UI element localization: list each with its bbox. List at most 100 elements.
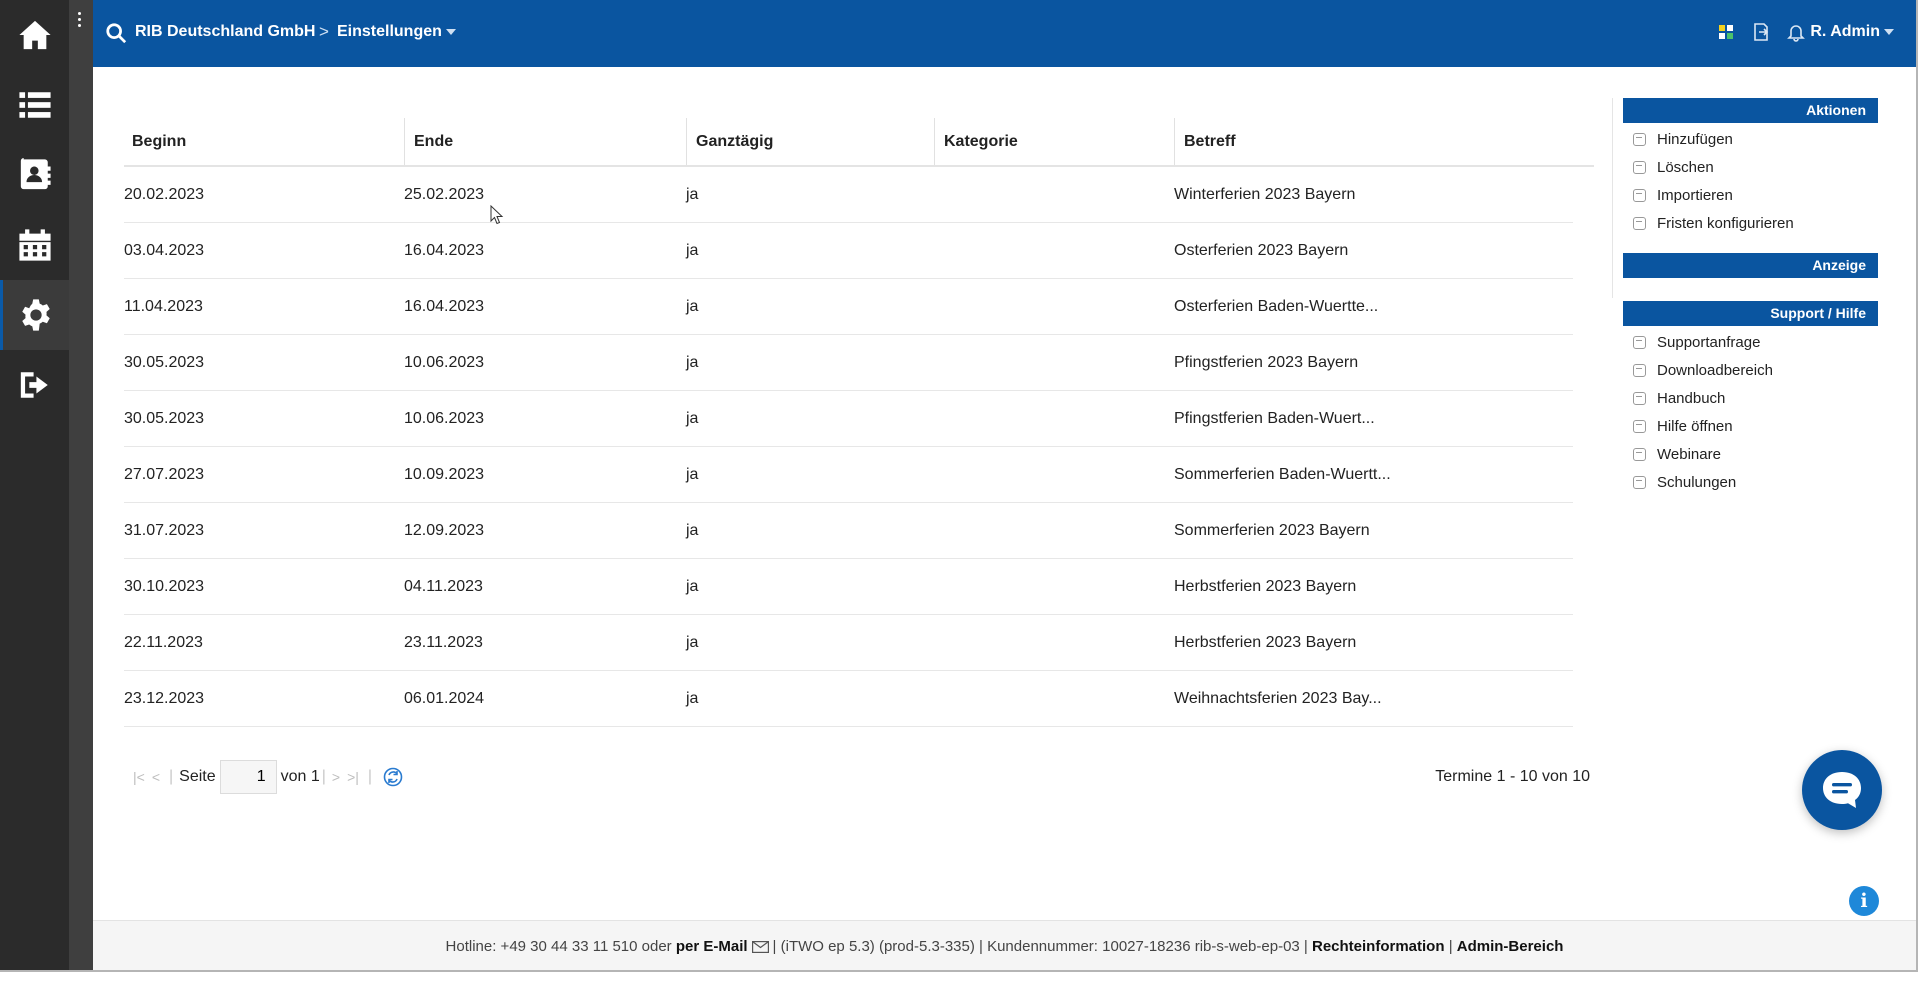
pagination: |< < | Seite von 1 | > >| | — [133, 760, 404, 794]
column-header-betreff[interactable]: Betreff — [1174, 118, 1574, 165]
action-item-1[interactable]: Löschen — [1623, 153, 1878, 181]
bell-icon[interactable] — [1786, 22, 1808, 44]
action-item-label: Hinzufügen — [1657, 130, 1733, 148]
cell-betreff: Herbstferien 2023 Bayern — [1174, 634, 1357, 651]
sidebar-item-contacts[interactable] — [0, 140, 69, 210]
mouse-cursor-icon — [490, 205, 504, 225]
refresh-icon[interactable] — [382, 766, 404, 788]
chat-button[interactable] — [1802, 750, 1882, 830]
support-item-0[interactable]: Supportanfrage — [1623, 328, 1878, 356]
mail-icon[interactable] — [751, 940, 769, 953]
cell-betreff: Herbstferien 2023 Bayern — [1174, 578, 1357, 595]
table-body: 20.02.2023 25.02.2023 ja Winterferien 2023 … — [124, 167, 1594, 727]
breadcrumb-section[interactable]: Einstellungen — [337, 23, 456, 41]
breadcrumb-company[interactable]: RIB Deutschland GmbH — [135, 23, 315, 41]
table-row[interactable]: 11.04.2023 16.04.2023 ja Osterferien Baden-… — [124, 279, 1573, 335]
table-row[interactable]: 22.11.2023 23.11.2023 ja Herbstferien 2023 … — [124, 615, 1573, 671]
action-bullet-icon — [1633, 475, 1646, 489]
action-bullet-icon — [1633, 216, 1646, 230]
search-icon[interactable] — [105, 22, 127, 44]
cell-ganztaegig: ja — [686, 186, 699, 203]
logout-icon — [20, 372, 48, 398]
last-page-icon[interactable]: >| — [347, 769, 359, 785]
sidebar-item-list[interactable] — [0, 70, 69, 140]
column-header-ende[interactable]: Ende — [404, 118, 686, 165]
table-row[interactable]: 30.05.2023 10.06.2023 ja Pfingstferien Bade… — [124, 391, 1573, 447]
table-row[interactable]: 03.04.2023 16.04.2023 ja Osterferien 2023 B… — [124, 223, 1573, 279]
cell-beginn: 22.11.2023 — [124, 634, 203, 651]
main-sidebar — [0, 0, 69, 970]
prev-page-icon[interactable]: < — [152, 769, 160, 785]
cell-beginn: 23.12.2023 — [124, 690, 205, 707]
support-item-1[interactable]: Downloadbereich — [1623, 356, 1878, 384]
support-item-label: Handbuch — [1657, 389, 1726, 407]
support-list: Supportanfrage Downloadbereich Handbuch Hil… — [1623, 326, 1878, 496]
support-item-label: Downloadbereich — [1657, 361, 1773, 379]
action-bullet-icon — [1633, 132, 1646, 146]
page-number-input[interactable] — [219, 760, 277, 794]
top-header: RIB Deutschland GmbH > Einstellungen R. … — [93, 0, 1916, 67]
pager-divider: | — [321, 768, 326, 785]
action-bullet-icon — [1633, 419, 1646, 433]
table-row[interactable]: 31.07.2023 12.09.2023 ja Sommerferien 2023 … — [124, 503, 1573, 559]
apps-icon[interactable] — [1716, 22, 1738, 44]
first-page-icon[interactable]: |< — [133, 769, 145, 785]
sidebar-item-settings[interactable] — [0, 280, 69, 350]
home-icon — [18, 20, 51, 50]
support-item-label: Supportanfrage — [1657, 333, 1761, 351]
next-page-icon[interactable]: > — [332, 769, 340, 785]
user-name: R. Admin — [1810, 23, 1880, 40]
table-row[interactable]: 30.10.2023 04.11.2023 ja Herbstferien 2023 … — [124, 559, 1573, 615]
cell-ende: 25.02.2023 — [404, 186, 485, 203]
cell-ende: 10.06.2023 — [404, 354, 485, 371]
support-item-2[interactable]: Handbuch — [1623, 384, 1878, 412]
cell-beginn: 11.04.2023 — [124, 298, 203, 315]
column-header-beginn[interactable]: Beginn — [124, 118, 404, 165]
breadcrumb-section-label: Einstellungen — [337, 23, 442, 40]
panel-heading-actions[interactable]: Aktionen — [1623, 98, 1878, 123]
support-item-3[interactable]: Hilfe öffnen — [1623, 412, 1878, 440]
footer-hotline: Hotline: +49 30 44 33 11 510 oder — [445, 938, 672, 955]
page-of-label: von 1 — [280, 768, 320, 785]
panel-heading-display[interactable]: Anzeige — [1623, 253, 1878, 278]
column-header-ganztaegig[interactable]: Ganztägig — [686, 118, 934, 165]
table-row[interactable]: 20.02.2023 25.02.2023 ja Winterferien 2023 … — [124, 167, 1573, 223]
info-icon[interactable]: i — [1849, 886, 1879, 916]
action-item-2[interactable]: Importieren — [1623, 181, 1878, 209]
export-icon[interactable] — [1751, 22, 1773, 44]
action-bullet-icon — [1633, 188, 1646, 202]
action-item-0[interactable]: Hinzufügen — [1623, 125, 1878, 153]
footer: Hotline: +49 30 44 33 11 510 oder per E-… — [93, 920, 1916, 970]
cell-ende: 16.04.2023 — [404, 298, 485, 315]
cell-ganztaegig: ja — [686, 242, 699, 259]
cell-ende: 10.06.2023 — [404, 410, 485, 427]
cell-ganztaegig: ja — [686, 522, 699, 539]
cell-beginn: 31.07.2023 — [124, 522, 205, 539]
footer-admin-link[interactable]: Admin-Bereich — [1457, 938, 1564, 955]
support-item-5[interactable]: Schulungen — [1623, 468, 1878, 496]
sidebar-item-home[interactable] — [0, 0, 69, 70]
chevron-down-icon — [445, 28, 456, 35]
footer-legal-link[interactable]: Rechteinformation — [1312, 938, 1445, 955]
sidebar-item-logout[interactable] — [0, 350, 69, 420]
record-range: Termine 1 - 10 von 10 — [1435, 768, 1590, 785]
table-header: Beginn Ende Ganztägig Kategorie Betreff — [124, 118, 1594, 167]
page-label: Seite — [179, 768, 216, 785]
footer-email-link[interactable]: per E-Mail — [676, 938, 748, 955]
table-row[interactable]: 27.07.2023 10.09.2023 ja Sommerferien Baden… — [124, 447, 1573, 503]
cell-betreff: Weihnachtsferien 2023 Bay... — [1174, 690, 1382, 707]
table-row[interactable]: 23.12.2023 06.01.2024 ja Weihnachtsferien 2… — [124, 671, 1573, 727]
action-item-3[interactable]: Fristen konfigurieren — [1623, 209, 1878, 237]
pager-divider: | — [169, 768, 174, 785]
cell-beginn: 20.02.2023 — [124, 186, 205, 203]
column-header-kategorie[interactable]: Kategorie — [934, 118, 1174, 165]
panel-heading-support[interactable]: Support / Hilfe — [1623, 301, 1878, 326]
action-bullet-icon — [1633, 160, 1646, 174]
table-row[interactable]: 30.05.2023 10.06.2023 ja Pfingstferien 2023… — [124, 335, 1573, 391]
more-vertical-icon[interactable] — [78, 12, 84, 27]
sidebar-item-calendar[interactable] — [0, 210, 69, 280]
support-item-4[interactable]: Webinare — [1623, 440, 1878, 468]
chevron-down-icon — [1884, 28, 1894, 35]
user-menu[interactable]: R. Admin — [1810, 23, 1894, 41]
support-item-label: Schulungen — [1657, 473, 1737, 491]
